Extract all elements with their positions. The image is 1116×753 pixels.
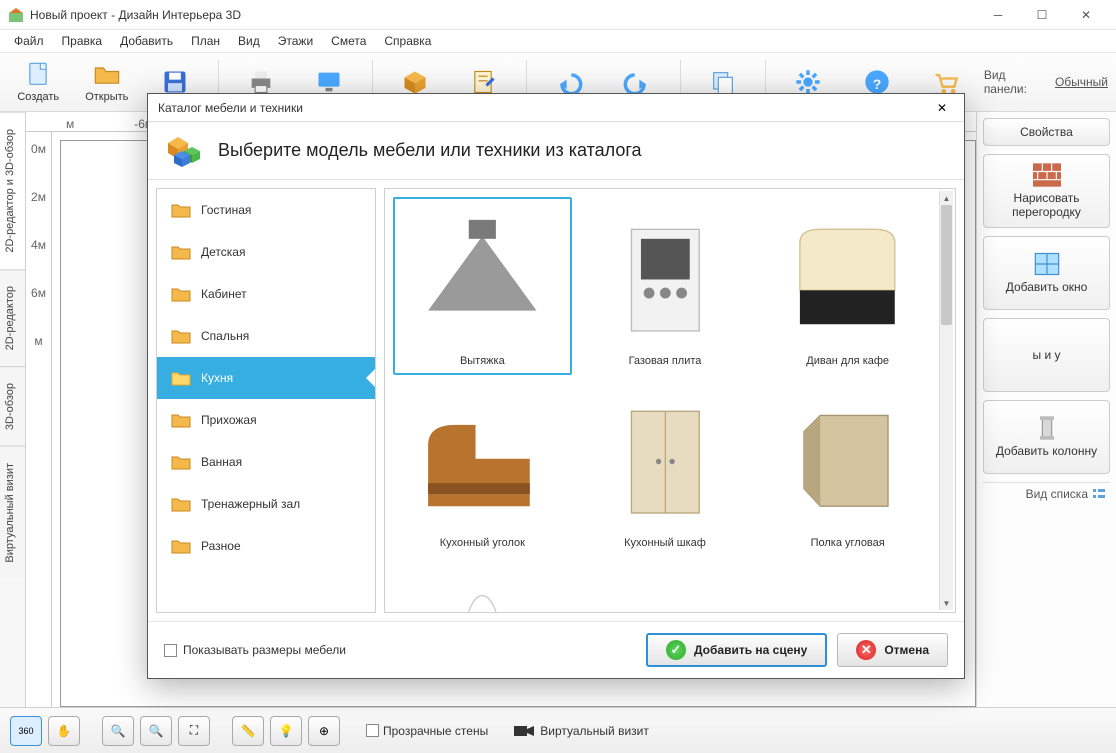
category-item[interactable]: Разное (157, 525, 375, 567)
scroll-up-icon[interactable]: ▲ (940, 191, 953, 205)
folder-icon (171, 328, 191, 344)
item-caption: Диван для кафе (806, 349, 889, 367)
category-label: Прихожая (201, 413, 257, 427)
category-item[interactable]: Ванная (157, 441, 375, 483)
items-grid-wrap: Вытяжка Газовая плита Диван для кафе Кухонн… (384, 188, 956, 613)
folder-icon (171, 244, 191, 260)
grid-scrollbar[interactable]: ▲ ▼ (939, 191, 953, 610)
folder-icon (171, 202, 191, 218)
dialog-close-button[interactable]: ✕ (930, 97, 954, 119)
item-thumbnail (766, 205, 929, 349)
dialog-header: Выберите модель мебели или техники из ка… (148, 122, 964, 180)
folder-icon (171, 496, 191, 512)
item-thumbnail (401, 569, 564, 612)
dialog-heading: Выберите модель мебели или техники из ка… (218, 140, 642, 161)
category-label: Гостиная (201, 203, 251, 217)
cancel-button[interactable]: ✕ Отмена (837, 633, 948, 667)
add-to-scene-button[interactable]: ✓ Добавить на сцену (646, 633, 827, 667)
catalog-item[interactable] (576, 561, 755, 612)
folder-icon (171, 370, 191, 386)
item-thumbnail (766, 569, 929, 612)
category-label: Кухня (201, 371, 233, 385)
item-thumbnail (584, 205, 747, 349)
item-thumbnail (584, 387, 747, 531)
catalog-item[interactable] (758, 561, 937, 612)
category-item[interactable]: Прихожая (157, 399, 375, 441)
catalog-dialog: Каталог мебели и техники ✕ Выберите моде… (147, 93, 965, 679)
item-thumbnail (401, 387, 564, 531)
folder-icon (171, 412, 191, 428)
dialog-titlebar: Каталог мебели и техники ✕ (148, 94, 964, 122)
category-label: Спальня (201, 329, 249, 343)
dialog-footer: Показывать размеры мебели ✓ Добавить на … (148, 622, 964, 678)
catalog-item[interactable]: Диван для кафе (758, 197, 937, 375)
category-label: Разное (201, 539, 241, 553)
category-label: Детская (201, 245, 245, 259)
category-item[interactable]: Тренажерный зал (157, 483, 375, 525)
catalog-item[interactable]: Вытяжка (393, 197, 572, 375)
category-item[interactable]: Гостиная (157, 189, 375, 231)
items-grid: Вытяжка Газовая плита Диван для кафе Кухонн… (385, 189, 955, 612)
cubes-icon (164, 131, 204, 171)
category-item[interactable]: Детская (157, 231, 375, 273)
item-thumbnail (401, 205, 564, 349)
item-caption: Газовая плита (629, 349, 702, 367)
scrollbar-thumb[interactable] (941, 205, 952, 325)
show-sizes-checkbox[interactable]: Показывать размеры мебели (164, 643, 346, 657)
item-thumbnail (584, 569, 747, 612)
category-label: Кабинет (201, 287, 247, 301)
item-caption: Кухонный шкаф (624, 531, 706, 549)
category-list: Гостиная Детская Кабинет Спальня Кухня Прихож… (156, 188, 376, 613)
item-thumbnail (766, 387, 929, 531)
category-item[interactable]: Спальня (157, 315, 375, 357)
catalog-item[interactable]: Полка угловая (758, 379, 937, 557)
checkbox-icon (164, 644, 177, 657)
item-caption: Полка угловая (811, 531, 885, 549)
folder-icon (171, 454, 191, 470)
catalog-item[interactable] (393, 561, 572, 612)
category-label: Тренажерный зал (201, 497, 300, 511)
folder-icon (171, 286, 191, 302)
cancel-icon: ✕ (856, 640, 876, 660)
category-item[interactable]: Кабинет (157, 273, 375, 315)
category-label: Ванная (201, 455, 242, 469)
folder-icon (171, 538, 191, 554)
category-item[interactable]: Кухня (157, 357, 375, 399)
scroll-down-icon[interactable]: ▼ (940, 596, 953, 610)
catalog-item[interactable]: Кухонный шкаф (576, 379, 755, 557)
ok-icon: ✓ (666, 640, 686, 660)
catalog-item[interactable]: Газовая плита (576, 197, 755, 375)
item-caption: Кухонный уголок (440, 531, 525, 549)
dialog-title: Каталог мебели и техники (158, 101, 930, 115)
catalog-item[interactable]: Кухонный уголок (393, 379, 572, 557)
item-caption: Вытяжка (460, 349, 505, 367)
